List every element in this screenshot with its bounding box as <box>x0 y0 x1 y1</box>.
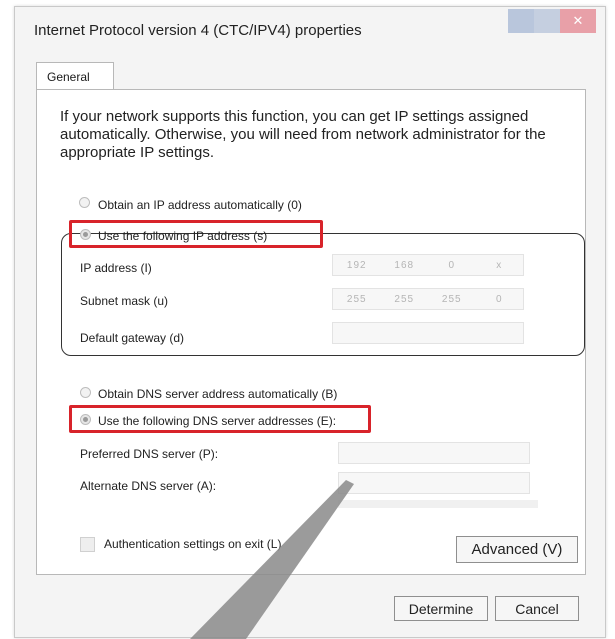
ip-octet-4: x <box>496 259 503 271</box>
preferred-dns-label: Preferred DNS server (P): <box>80 447 219 461</box>
ip-octet-2: 168 <box>394 259 415 271</box>
ip-octet-1: 192 <box>346 259 367 271</box>
ip-octet-3: 0 <box>448 259 456 271</box>
default-gateway-field[interactable] <box>332 322 524 344</box>
use-following-dns-label: Use the following DNS server addresses (… <box>98 414 337 428</box>
callout-wedge <box>190 480 354 639</box>
cancel-button[interactable]: Cancel <box>495 596 579 621</box>
subnet-mask-field[interactable]: 255 255 255 0 <box>332 288 524 310</box>
auth-on-exit-checkbox[interactable] <box>80 537 95 552</box>
mask-octet-4: 0 <box>495 293 503 305</box>
determine-button[interactable]: Determine <box>394 596 488 621</box>
tab-general-label: General <box>47 69 90 84</box>
obtain-dns-auto-radio[interactable] <box>80 387 91 398</box>
window-title: Internet Protocol version 4 (CTC/IPV4) p… <box>34 22 362 39</box>
ip-address-field[interactable]: 192 168 0 x <box>332 254 524 276</box>
maximize-button[interactable] <box>534 9 560 33</box>
preferred-dns-field[interactable] <box>338 442 530 464</box>
close-button[interactable]: ✕ <box>560 9 596 33</box>
use-following-dns-radio[interactable] <box>80 414 91 425</box>
mask-octet-2: 255 <box>394 293 415 305</box>
intro-text: If your network supports this function, … <box>60 108 546 161</box>
mask-octet-3: 255 <box>441 293 462 305</box>
minimize-button[interactable] <box>508 9 534 33</box>
mask-octet-1: 255 <box>346 293 367 305</box>
subnet-mask-label: Subnet mask (u) <box>80 294 169 308</box>
obtain-ip-auto-label: Obtain an IP address automatically (0) <box>98 198 302 212</box>
obtain-ip-auto-radio[interactable] <box>79 197 90 208</box>
default-gateway-label: Default gateway (d) <box>80 331 185 345</box>
callout-pointer <box>190 480 354 639</box>
use-following-ip-radio[interactable] <box>80 229 91 240</box>
advanced-button[interactable]: Advanced (V) <box>456 536 578 563</box>
caption-buttons: ✕ <box>508 8 596 34</box>
use-following-ip-label: Use the following IP address (s) <box>98 229 268 243</box>
tab-general[interactable]: General <box>36 62 114 90</box>
ip-address-label: IP address (I) <box>80 261 152 275</box>
close-icon: ✕ <box>572 13 584 28</box>
obtain-dns-auto-label: Obtain DNS server address automatically … <box>98 387 338 401</box>
